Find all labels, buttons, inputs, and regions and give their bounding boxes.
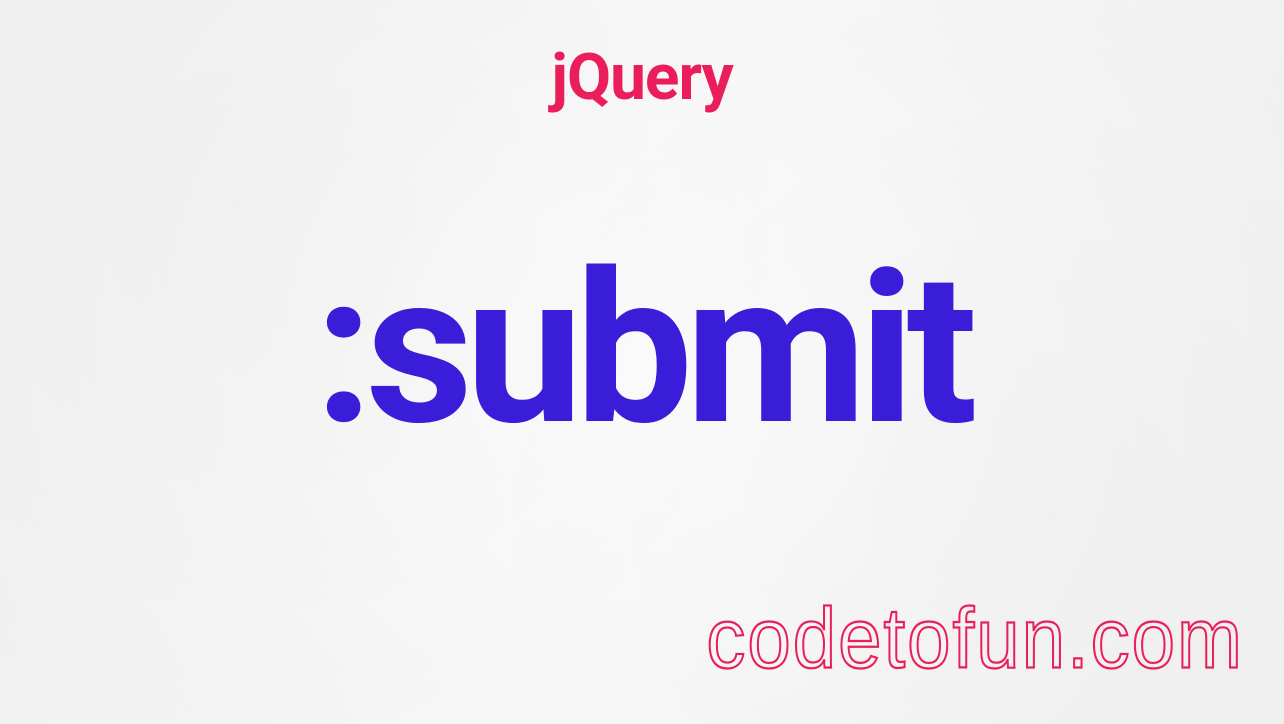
main-selector-text: :submit (314, 245, 969, 455)
brand-logo: codetofun.com (706, 588, 1244, 688)
page-title: jQuery (551, 40, 732, 115)
content-container: jQuery :submit codetofun.com (0, 0, 1284, 724)
